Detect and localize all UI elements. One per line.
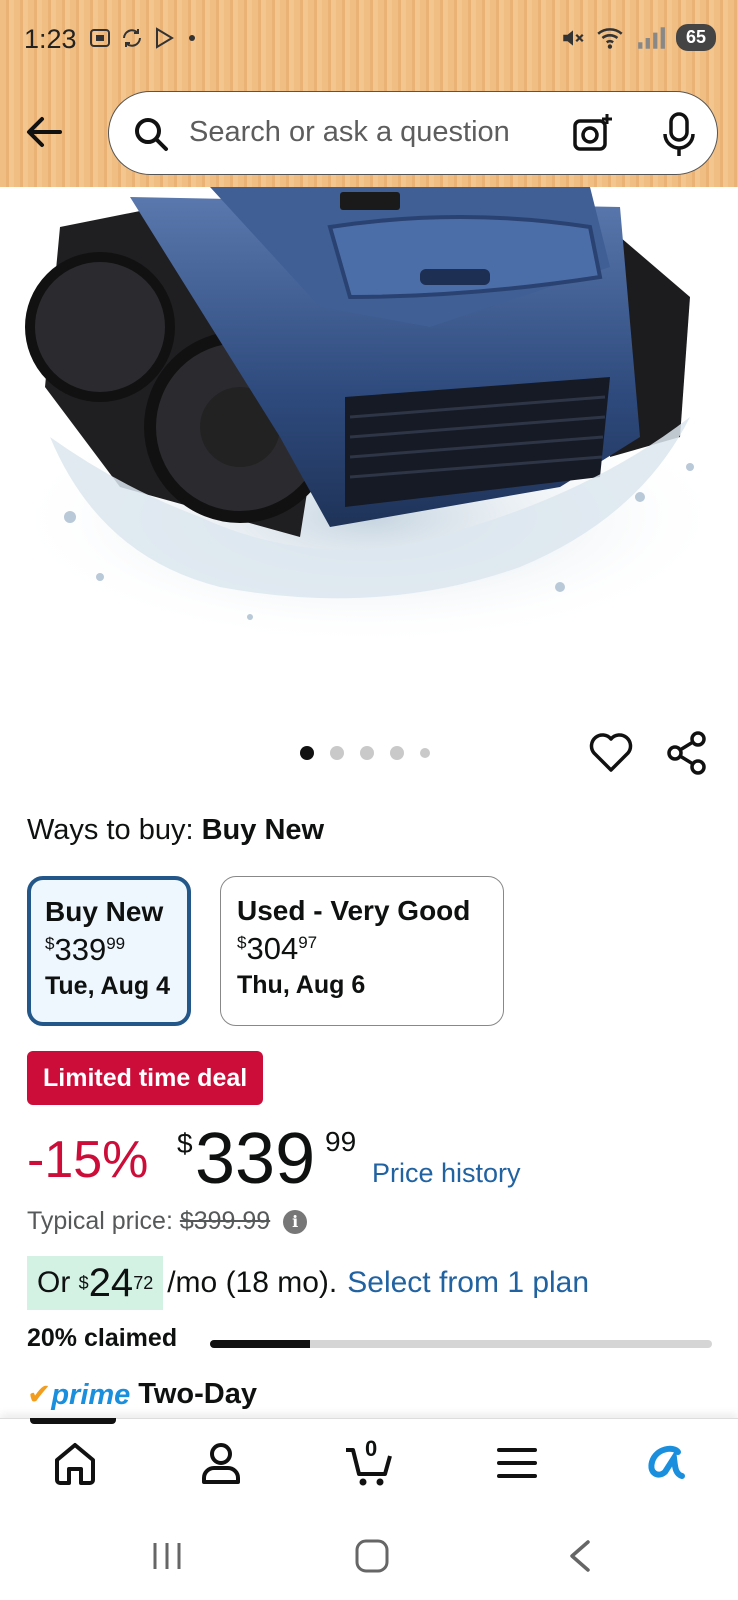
claimed-progress-fill [210, 1340, 311, 1348]
claimed-label: 20% claimed [27, 1324, 178, 1352]
status-bar: 1:23 65 [0, 0, 738, 84]
info-icon[interactable]: i [283, 1210, 308, 1234]
prime-logo: ✔prime [27, 1379, 131, 1411]
product-image[interactable] [0, 187, 738, 707]
claimed-progress-bar [210, 1340, 712, 1348]
price-currency: $ [177, 1128, 193, 1159]
cart-count: 0 [365, 1436, 378, 1461]
system-navigation-bar [0, 1518, 738, 1600]
battery-indicator: 65 [675, 24, 716, 51]
status-notification-icons [88, 26, 208, 50]
signal-icon [638, 26, 665, 49]
option-title: Used - Very Good [237, 895, 471, 926]
notification-dot-icon [189, 35, 195, 41]
select-plan-link[interactable]: Select from 1 plan [347, 1266, 589, 1300]
wishlist-heart-icon[interactable] [588, 730, 634, 776]
system-back-icon[interactable] [566, 1538, 594, 1574]
price-whole: 339 [195, 1119, 316, 1199]
menu-icon[interactable] [492, 1438, 542, 1488]
price-fraction: 99 [325, 1126, 357, 1157]
header: 1:23 65 Search or ask a question [0, 0, 738, 187]
ways-to-buy-selected: Buy New [201, 814, 325, 846]
search-placeholder[interactable]: Search or ask a question [189, 116, 510, 149]
screenshot-icon [90, 29, 110, 47]
recent-apps-icon[interactable] [150, 1538, 184, 1574]
typical-price-value: $399.99 [179, 1207, 271, 1235]
carousel-dot[interactable] [420, 748, 430, 758]
status-time: 1:23 [24, 24, 77, 54]
account-icon[interactable] [196, 1438, 246, 1488]
wifi-icon [597, 27, 623, 49]
camera-search-icon[interactable] [571, 112, 615, 156]
carousel-dot[interactable] [330, 746, 344, 760]
option-title: Buy New [45, 896, 164, 927]
sync-icon [123, 29, 141, 47]
home-icon[interactable] [50, 1438, 100, 1488]
mute-icon [563, 29, 584, 46]
option-delivery: Tue, Aug 4 [45, 972, 170, 1000]
ways-to-buy: Ways to buy: Buy New [27, 814, 324, 847]
home-button-icon[interactable] [354, 1538, 390, 1574]
typical-price-label: Typical price: [27, 1207, 173, 1235]
pool-robot-illustration [10, 187, 730, 647]
monthly-payment: Or $24 72 /mo (18 mo). Select from 1 plan [27, 1256, 589, 1310]
ways-to-buy-label: Ways to buy: [27, 814, 194, 846]
price-history-link[interactable]: Price history [372, 1158, 521, 1189]
rufus-ai-icon[interactable] [640, 1438, 690, 1488]
option-price: $30497 [237, 931, 318, 966]
search-icon [135, 118, 168, 151]
prime-check-icon: ✔ [27, 1379, 52, 1411]
option-delivery: Thu, Aug 6 [237, 971, 366, 999]
buy-option-used[interactable]: Used - Very Good $30497 Thu, Aug 6 [220, 876, 504, 1026]
carousel-dot[interactable] [360, 746, 374, 760]
buy-option-new[interactable]: Buy New $33999 Tue, Aug 4 [27, 876, 191, 1026]
active-tab-indicator [30, 1418, 116, 1424]
prime-delivery: ✔prime Two-Day [27, 1377, 257, 1412]
price-block: -15% $ 339 99 Price history [27, 1118, 727, 1199]
monthly-amount: Or $24 72 [27, 1256, 164, 1310]
carousel-dot[interactable] [300, 746, 314, 760]
microphone-icon[interactable] [657, 110, 701, 158]
typical-price: Typical price: $399.99 i [27, 1207, 308, 1236]
image-carousel-dots[interactable] [300, 746, 430, 760]
prime-label: Two-Day [138, 1378, 257, 1410]
share-icon[interactable] [664, 730, 710, 776]
monthly-suffix: /mo (18 mo). [167, 1266, 338, 1299]
search-bar[interactable]: Search or ask a question [108, 91, 718, 175]
discount-percent: -15% [27, 1131, 149, 1189]
back-arrow-icon[interactable] [20, 108, 68, 156]
play-store-icon [156, 27, 174, 49]
carousel-dot[interactable] [390, 746, 404, 760]
status-system-icons: 65 [560, 24, 716, 51]
option-price: $33999 [45, 932, 126, 967]
limited-deal-badge: Limited time deal [27, 1051, 264, 1105]
